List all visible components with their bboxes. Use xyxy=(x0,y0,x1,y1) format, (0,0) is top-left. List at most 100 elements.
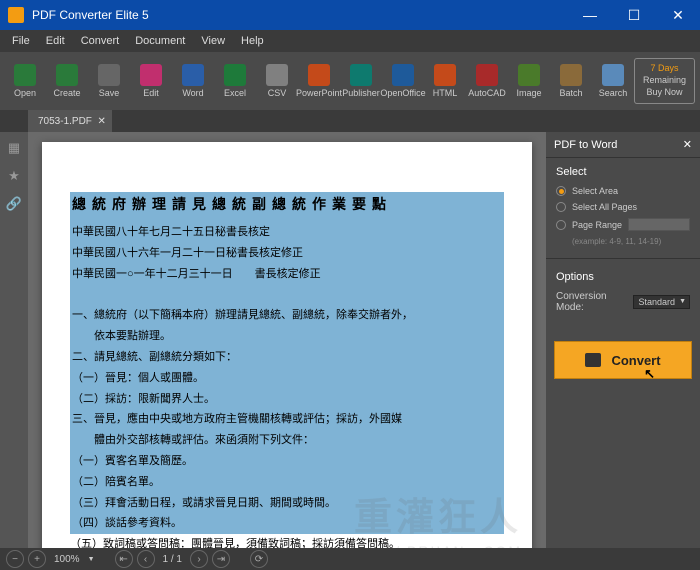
doc-line: 二、請見總統、副總統分類如下： xyxy=(72,348,502,368)
mode-select[interactable]: Standard ▼ xyxy=(633,295,690,309)
create-icon xyxy=(56,64,78,86)
excel-icon xyxy=(224,64,246,86)
zoom-out-button[interactable]: − xyxy=(6,550,24,568)
menu-edit[interactable]: Edit xyxy=(38,32,73,50)
batch-icon xyxy=(560,64,582,86)
tool-edit[interactable]: Edit xyxy=(130,57,172,105)
menu-document[interactable]: Document xyxy=(127,32,193,50)
tool-autocad[interactable]: AutoCAD xyxy=(466,57,508,105)
chevron-down-icon: ▼ xyxy=(679,298,686,305)
open-icon xyxy=(14,64,36,86)
rail-attachments-icon[interactable]: 🔗 xyxy=(4,194,24,214)
doc-title: 總統府辦理請見總統副總統作業要點 xyxy=(72,192,502,217)
doc-line: 體由外交部核轉或評估。來函須附下列文件： xyxy=(72,431,502,451)
statusbar: − + 100% ▼ ⇤ ‹ 1 / 1 › ⇥ ⟳ xyxy=(0,548,700,570)
select-heading: Select xyxy=(556,166,690,178)
panel-close-icon[interactable]: ✕ xyxy=(683,138,692,151)
csv-icon xyxy=(266,64,288,86)
doc-line: 中華民國八十六年一月二十一日秘書長核定修正 xyxy=(72,244,502,264)
tool-batch[interactable]: Batch xyxy=(550,57,592,105)
search-icon xyxy=(602,64,624,86)
maximize-button[interactable]: ☐ xyxy=(612,0,656,30)
refresh-button[interactable]: ⟳ xyxy=(250,550,268,568)
radio-select-all[interactable]: Select All Pages xyxy=(556,202,690,212)
doc-line: 依本要點辦理。 xyxy=(72,327,502,347)
menubar: File Edit Convert Document View Help xyxy=(0,30,700,52)
tool-powerpoint[interactable]: PowerPoint xyxy=(298,57,340,105)
trial-buy: Buy Now xyxy=(643,87,686,99)
minimize-button[interactable]: — xyxy=(568,0,612,30)
tool-csv[interactable]: CSV xyxy=(256,57,298,105)
options-heading: Options xyxy=(556,271,690,283)
trial-days: 7 Days xyxy=(643,63,686,75)
save-icon xyxy=(98,64,120,86)
tool-html[interactable]: HTML xyxy=(424,57,466,105)
doc-line: 三、晉見，應由中央或地方政府主管機關核轉或評估；採訪，外國媒 xyxy=(72,410,502,430)
powerpoint-icon xyxy=(308,64,330,86)
trial-remaining: Remaining xyxy=(643,75,686,87)
radio-select-area[interactable]: Select Area xyxy=(556,186,690,196)
publisher-icon xyxy=(350,64,372,86)
left-rail: ▦ ★ 🔗 xyxy=(0,132,28,548)
panel-title: PDF to Word xyxy=(554,139,617,151)
tab-label: 7053-1.PDF xyxy=(38,116,92,127)
radio-icon xyxy=(556,186,566,196)
rail-bookmarks-icon[interactable]: ★ xyxy=(4,166,24,186)
toolbar: OpenCreateSaveEditWordExcelCSVPowerPoint… xyxy=(0,52,700,110)
prev-page-button[interactable]: ‹ xyxy=(137,550,155,568)
image-icon xyxy=(518,64,540,86)
range-example: (example: 4-9, 11, 14-19) xyxy=(572,237,690,246)
page-indicator: 1 / 1 xyxy=(159,554,186,565)
zoom-dropdown-icon[interactable]: ▼ xyxy=(88,556,95,563)
tool-excel[interactable]: Excel xyxy=(214,57,256,105)
last-page-button[interactable]: ⇥ xyxy=(212,550,230,568)
doc-line: （一）晉見：個人或團體。 xyxy=(72,369,502,389)
radio-icon xyxy=(556,220,566,230)
tool-publisher[interactable]: Publisher xyxy=(340,57,382,105)
doc-line: 中華民國一○一年十二月三十一日 書長核定修正 xyxy=(72,265,502,285)
menu-file[interactable]: File xyxy=(4,32,38,50)
page: 總統府辦理請見總統副總統作業要點 中華民國八十年七月二十五日秘書長核定中華民國八… xyxy=(42,142,532,548)
convert-icon xyxy=(585,353,601,367)
tab-close-icon[interactable]: ✕ xyxy=(98,116,106,127)
doc-line: 一、總統府（以下簡稱本府）辦理請見總統、副總統，除奉交辦者外， xyxy=(72,306,502,326)
trial-notice[interactable]: 7 Days Remaining Buy Now xyxy=(634,58,695,103)
first-page-button[interactable]: ⇤ xyxy=(115,550,133,568)
page-range-input[interactable] xyxy=(628,218,690,231)
radio-icon xyxy=(556,202,566,212)
tool-openoffice[interactable]: OpenOffice xyxy=(382,57,424,105)
mode-label: Conversion Mode: xyxy=(556,291,627,313)
radio-page-range[interactable]: Page Range xyxy=(556,218,690,231)
menu-view[interactable]: View xyxy=(193,32,233,50)
tabbar: 7053-1.PDF ✕ xyxy=(0,110,700,132)
menu-help[interactable]: Help xyxy=(233,32,272,50)
doc-line: （一）賓客名單及簡歷。 xyxy=(72,452,502,472)
close-button[interactable]: ✕ xyxy=(656,0,700,30)
tool-create[interactable]: Create xyxy=(46,57,88,105)
rail-thumbnails-icon[interactable]: ▦ xyxy=(4,138,24,158)
edit-icon xyxy=(140,64,162,86)
doc-line: （二）採訪：限新聞界人士。 xyxy=(72,390,502,410)
side-panel: PDF to Word ✕ Select Select Area Select … xyxy=(546,132,700,548)
document-tab[interactable]: 7053-1.PDF ✕ xyxy=(28,110,112,132)
autocad-icon xyxy=(476,64,498,86)
app-title: PDF Converter Elite 5 xyxy=(32,8,149,22)
next-page-button[interactable]: › xyxy=(190,550,208,568)
tool-open[interactable]: Open xyxy=(4,57,46,105)
titlebar: PDF Converter Elite 5 — ☐ ✕ xyxy=(0,0,700,30)
zoom-in-button[interactable]: + xyxy=(28,550,46,568)
tool-word[interactable]: Word xyxy=(172,57,214,105)
zoom-value: 100% xyxy=(50,554,84,565)
tool-save[interactable]: Save xyxy=(88,57,130,105)
menu-convert[interactable]: Convert xyxy=(73,32,128,50)
watermark-url: // BRIIAN . COM xyxy=(389,539,522,548)
doc-line: 中華民國八十年七月二十五日秘書長核定 xyxy=(72,223,502,243)
tool-image[interactable]: Image xyxy=(508,57,550,105)
cursor-icon: ↖ xyxy=(644,366,655,382)
word-icon xyxy=(182,64,204,86)
tool-search[interactable]: Search xyxy=(592,57,634,105)
document-view[interactable]: 總統府辦理請見總統副總統作業要點 中華民國八十年七月二十五日秘書長核定中華民國八… xyxy=(28,132,546,548)
convert-button[interactable]: Convert ↖ xyxy=(554,341,692,379)
app-icon xyxy=(8,7,24,23)
openoffice-icon xyxy=(392,64,414,86)
